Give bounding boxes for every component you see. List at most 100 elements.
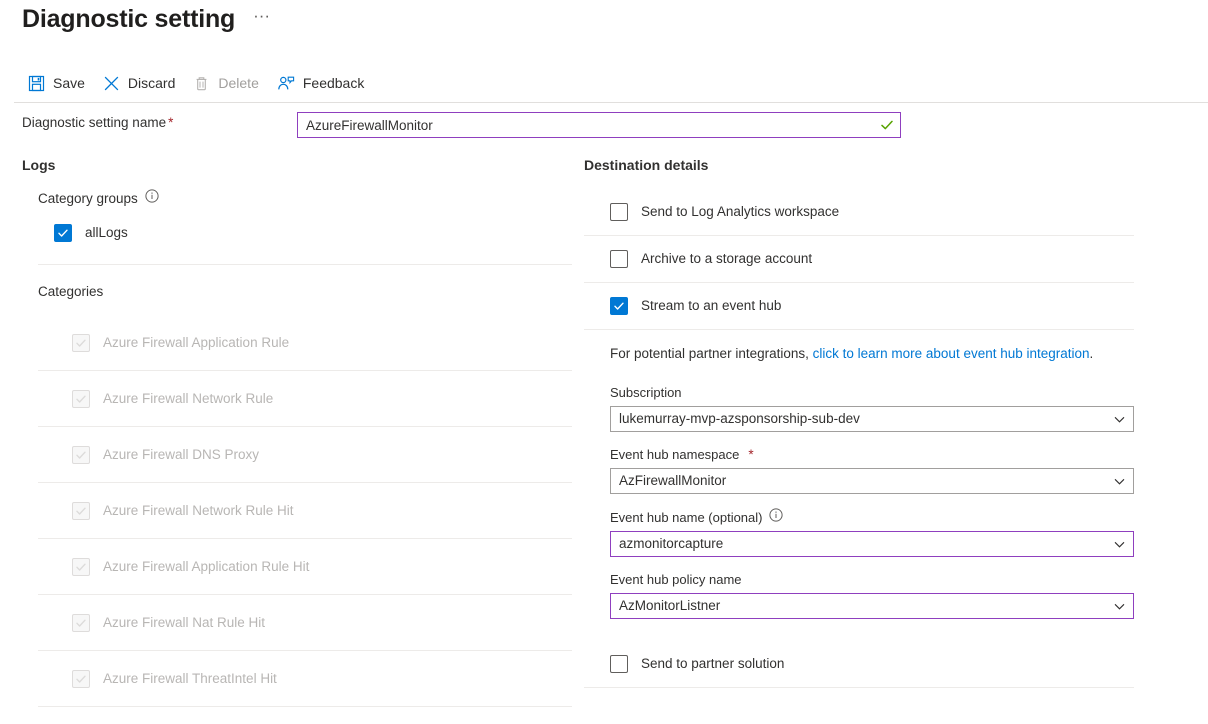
event-hub-policy-name-select[interactable]: AzMonitorListner (610, 593, 1134, 619)
delete-button: Delete (187, 68, 270, 98)
save-button-label: Save (53, 75, 85, 91)
event-hub-policy-name-label-text: Event hub policy name (610, 572, 742, 587)
save-button[interactable]: Save (22, 68, 97, 98)
checkbox-row-category: Azure Firewall ThreatIntel Hit (72, 651, 572, 706)
category-label: Azure Firewall Nat Rule Hit (103, 614, 266, 630)
category-label: Azure Firewall Application Rule (103, 334, 290, 350)
info-icon[interactable] (145, 189, 159, 208)
checkbox-row-log-analytics[interactable]: Send to Log Analytics workspace (610, 189, 1144, 235)
discard-button[interactable]: Discard (97, 68, 187, 98)
chevron-down-icon (1105, 475, 1133, 488)
archive-to-storage-label: Archive to a storage account (641, 251, 813, 266)
event-hub-integration-hint: For potential partner integrations, clic… (610, 344, 1144, 364)
category-groups-title-text: Category groups (38, 190, 138, 206)
checkbox-row-event-hub[interactable]: Stream to an event hub (610, 283, 1144, 329)
feedback-button[interactable]: Feedback (271, 68, 376, 98)
event-hub-name-select[interactable]: azmonitorcapture (610, 531, 1134, 557)
save-icon (28, 75, 45, 92)
event-hub-namespace-field: Event hub namespace * AzFirewallMonitor (610, 446, 1134, 494)
category-checkbox (72, 333, 90, 352)
diagnostic-setting-name-label-text: Diagnostic setting name (22, 115, 167, 130)
checkbox-row-category: Azure Firewall Network Rule (72, 371, 572, 426)
checkbox-row-category: Azure Firewall DNS Proxy (72, 427, 572, 482)
delete-button-label: Delete (218, 75, 259, 91)
diagnostic-setting-name-input-wrapper (297, 112, 901, 138)
subscription-select[interactable]: lukemurray-mvp-azsponsorship-sub-dev (610, 406, 1134, 432)
send-to-partner-solution-checkbox[interactable] (610, 655, 628, 673)
diagnostic-setting-name-row: Diagnostic setting name * (22, 112, 1182, 138)
category-label: Azure Firewall DNS Proxy (103, 446, 260, 462)
alllogs-checkbox[interactable] (54, 224, 72, 242)
stream-to-event-hub-label: Stream to an event hub (641, 298, 782, 313)
page-header: Diagnostic setting ··· (22, 2, 276, 36)
checkbox-row-alllogs[interactable]: allLogs (54, 216, 572, 250)
info-icon[interactable] (769, 508, 784, 527)
categories-list: Azure Firewall Application Rule Azure Fi… (22, 315, 572, 724)
event-hub-hint-prefix: For potential partner integrations, (610, 346, 813, 361)
command-bar: Save Discard Delete Feedback (22, 68, 376, 98)
checkbox-row-category: Azure Firewall Application Rule (72, 315, 572, 370)
checkbox-row-storage-account[interactable]: Archive to a storage account (610, 236, 1144, 282)
category-checkbox (72, 669, 90, 688)
checkbox-row-category: Azure Firewall Network Rule Hit (72, 483, 572, 538)
more-options-icon[interactable]: ··· (247, 7, 276, 31)
category-checkbox (72, 501, 90, 520)
delete-icon (193, 75, 210, 92)
feedback-button-label: Feedback (302, 75, 365, 91)
destination-details-column: Destination details Send to Log Analytic… (584, 155, 1144, 688)
event-hub-hint-suffix: . (1089, 346, 1094, 361)
command-bar-divider (14, 102, 1208, 103)
feedback-icon (277, 75, 295, 92)
send-to-log-analytics-label: Send to Log Analytics workspace (641, 204, 840, 219)
event-hub-policy-name-label: Event hub policy name (610, 571, 1134, 589)
subscription-label: Subscription (610, 384, 1134, 402)
archive-to-storage-checkbox[interactable] (610, 250, 628, 268)
required-marker: * (168, 115, 174, 130)
event-hub-namespace-label: Event hub namespace * (610, 446, 1134, 464)
discard-icon (103, 75, 120, 92)
category-checkbox (72, 557, 90, 576)
event-hub-name-value: azmonitorcapture (619, 536, 724, 551)
destination-details-title: Destination details (584, 157, 709, 173)
destination-divider (584, 329, 1134, 330)
category-label: Azure Firewall Application Rule Hit (103, 558, 310, 574)
category-checkbox (72, 389, 90, 408)
stream-to-event-hub-checkbox[interactable] (610, 297, 628, 315)
checkbox-row-category: Azure Firewall Application Rule Hit (72, 539, 572, 594)
categories-title-text: Categories (38, 284, 104, 299)
subscription-label-text: Subscription (610, 385, 682, 400)
logs-column: Logs Category groups allLogs Categories (22, 155, 572, 724)
diagnostic-setting-name-input[interactable] (298, 113, 874, 137)
event-hub-policy-name-value: AzMonitorListner (619, 598, 721, 613)
category-groups-title: Category groups (38, 189, 572, 208)
diagnostic-setting-name-label: Diagnostic setting name * (22, 115, 173, 130)
send-to-log-analytics-checkbox[interactable] (610, 203, 628, 221)
event-hub-name-label-text: Event hub name (optional) (610, 509, 763, 525)
event-hub-namespace-label-text: Event hub namespace (610, 447, 740, 462)
chevron-down-icon (1105, 538, 1133, 551)
event-hub-namespace-value: AzFirewallMonitor (619, 473, 727, 488)
required-marker: * (748, 447, 754, 462)
send-to-partner-solution-label: Send to partner solution (641, 656, 785, 671)
subscription-field: Subscription lukemurray-mvp-azsponsorshi… (610, 384, 1134, 432)
event-hub-name-field: Event hub name (optional) azmonitorcaptu… (610, 508, 1134, 557)
page-title: Diagnostic setting (22, 5, 236, 33)
destination-divider (584, 687, 1134, 688)
subscription-value: lukemurray-mvp-azsponsorship-sub-dev (619, 411, 860, 426)
partner-solution-block: Send to partner solution (584, 641, 1144, 688)
checkbox-row-partner-solution[interactable]: Send to partner solution (610, 641, 1144, 687)
checkbox-row-category: Azure Firewall Nat Rule Hit (72, 595, 572, 650)
logs-section-title: Logs (22, 157, 56, 173)
event-hub-policy-name-field: Event hub policy name AzMonitorListner (610, 571, 1134, 619)
category-groups-divider (38, 264, 572, 265)
checkbox-row-category: Azure Firewall Idps Signature Hit (72, 707, 572, 724)
discard-button-label: Discard (127, 75, 176, 91)
category-checkbox (72, 613, 90, 632)
event-hub-namespace-select[interactable]: AzFirewallMonitor (610, 468, 1134, 494)
category-label: Azure Firewall Network Rule (103, 390, 274, 406)
event-hub-name-label: Event hub name (optional) (610, 508, 1134, 527)
chevron-down-icon (1105, 600, 1133, 613)
category-checkbox (72, 445, 90, 464)
event-hub-integration-link[interactable]: click to learn more about event hub inte… (813, 346, 1090, 361)
diagnostic-setting-page: Diagnostic setting ··· Save Discard Dele… (0, 0, 1208, 724)
